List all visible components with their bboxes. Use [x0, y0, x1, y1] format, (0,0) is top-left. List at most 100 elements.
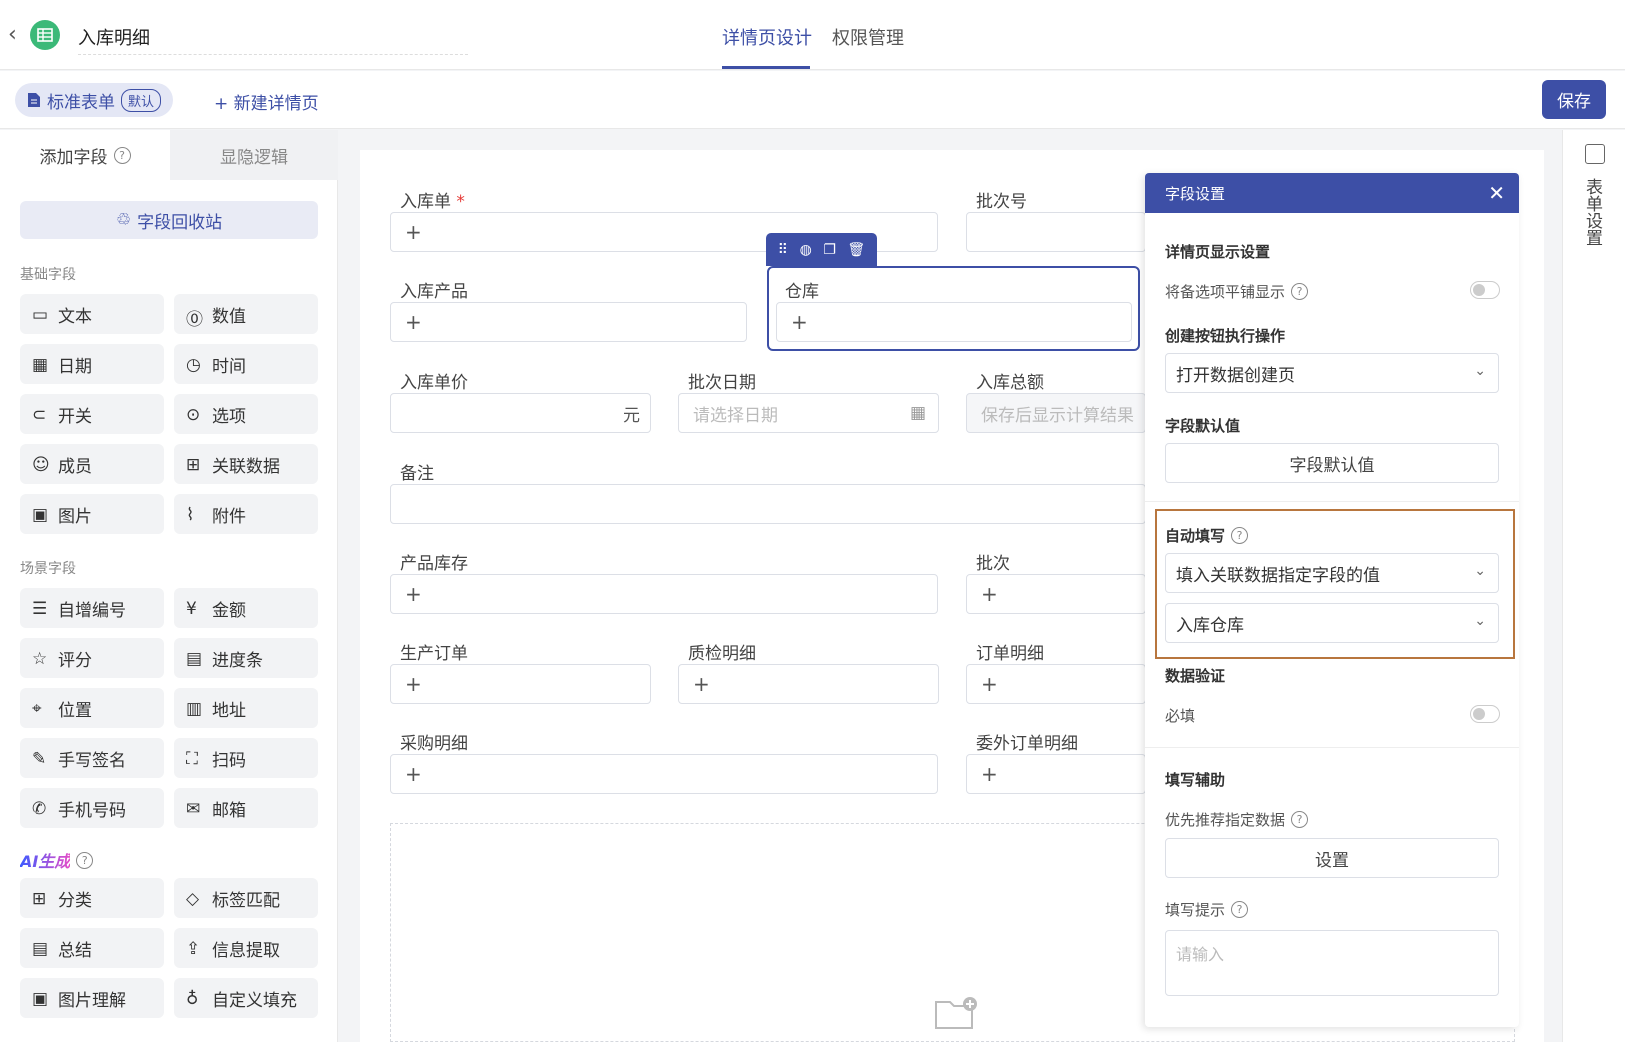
production-order-input[interactable]: +: [390, 664, 651, 704]
bulb-icon: ♁: [186, 989, 199, 1009]
order-detail-input[interactable]: +: [966, 664, 1146, 704]
help-icon[interactable]: ?: [1231, 527, 1249, 544]
required-label: 必填: [1165, 707, 1196, 725]
divider: [1145, 501, 1519, 502]
field-switch[interactable]: ⊂ 开关: [20, 394, 164, 434]
field-custom-fill[interactable]: ♁ 自定义填充: [174, 978, 318, 1018]
standard-form-tab[interactable]: 标准表单 默认: [15, 83, 174, 117]
right-strip: 表单设置: [1562, 130, 1625, 1042]
field-rating[interactable]: ☆ 评分: [20, 638, 164, 678]
field-label-batch-no: 批次号: [976, 192, 1027, 212]
standard-form-label: 标准表单: [47, 92, 115, 113]
assist-title: 填写辅助: [1165, 771, 1226, 789]
required-toggle[interactable]: [1470, 705, 1500, 723]
switch-icon: ⊂: [32, 405, 47, 425]
autofill-mode-select[interactable]: 填入关联数据指定字段的值 ⌄: [1165, 553, 1499, 593]
field-recycle-bin-button[interactable]: ♲ 字段回收站: [20, 201, 318, 239]
field-image[interactable]: ▣ 图片: [20, 494, 164, 534]
field-number[interactable]: ⓪ 数值: [174, 294, 318, 334]
field-label-purchase-detail: 采购明细: [400, 734, 468, 754]
autofill-field-select[interactable]: 入库仓库 ⌄: [1165, 603, 1499, 643]
warehouse-input[interactable]: +: [776, 302, 1132, 342]
back-icon[interactable]: ‹: [8, 22, 17, 47]
scene-fields-title: 场景字段: [20, 561, 76, 577]
field-address[interactable]: ▥ 地址: [174, 688, 318, 728]
recommend-set-button[interactable]: 设置: [1165, 838, 1499, 878]
field-option[interactable]: ⊙ 选项: [174, 394, 318, 434]
paperclip-icon: ⌇: [186, 505, 195, 525]
document-icon: [28, 93, 40, 107]
chevron-down-icon: ⌄: [1474, 363, 1486, 379]
field-member[interactable]: ☺ 成员: [20, 444, 164, 484]
field-label-total: 入库总额: [976, 373, 1044, 393]
default-value-button[interactable]: 字段默认值: [1165, 443, 1499, 483]
field-summary[interactable]: ▤ 总结: [20, 928, 164, 968]
stock-input[interactable]: +: [390, 574, 938, 614]
save-button[interactable]: 保存: [1542, 80, 1606, 119]
batch-no-input[interactable]: [966, 212, 1146, 252]
basic-fields-title: 基础字段: [20, 267, 76, 283]
field-classify[interactable]: ⊞ 分类: [20, 878, 164, 918]
image-icon: ▣: [32, 989, 49, 1009]
help-icon[interactable]: ?: [1291, 811, 1309, 828]
tile-option-toggle[interactable]: [1470, 281, 1500, 299]
help-icon[interactable]: ?: [113, 146, 131, 164]
summary-icon: ▤: [32, 939, 49, 959]
field-label-inbound-order: 入库单 *: [400, 192, 465, 212]
form-settings-label[interactable]: 表单设置: [1582, 178, 1605, 246]
field-label-stock: 产品库存: [400, 554, 468, 574]
outsource-detail-input[interactable]: +: [966, 754, 1146, 794]
map-icon: ▥: [186, 699, 203, 719]
qc-detail-input[interactable]: +: [678, 664, 939, 704]
tab-visibility-logic[interactable]: 显隐逻辑: [170, 130, 338, 180]
close-icon[interactable]: ✕: [1488, 181, 1505, 205]
collapse-panel-icon[interactable]: [1585, 144, 1605, 164]
app-icon: [30, 20, 60, 50]
remark-input[interactable]: [390, 484, 1146, 524]
product-input[interactable]: +: [390, 302, 747, 342]
drag-handle-icon[interactable]: ⠿: [778, 242, 788, 258]
app-title[interactable]: 入库明细: [78, 24, 468, 55]
field-info-extract[interactable]: ⇪ 信息提取: [174, 928, 318, 968]
unit-price-input[interactable]: 元: [390, 393, 651, 433]
hint-textarea[interactable]: 请输入: [1165, 930, 1499, 996]
field-text[interactable]: ▭ 文本: [20, 294, 164, 334]
help-icon[interactable]: ?: [76, 851, 94, 869]
field-date[interactable]: ▦ 日期: [20, 344, 164, 384]
field-time[interactable]: ◷ 时间: [174, 344, 318, 384]
batch-input[interactable]: +: [966, 574, 1146, 614]
field-phone[interactable]: ✆ 手机号码: [20, 788, 164, 828]
tab-underline: [722, 66, 810, 69]
tab-permission[interactable]: 权限管理: [832, 24, 904, 50]
tab-detail-design[interactable]: 详情页设计: [722, 24, 812, 50]
field-linked-data[interactable]: ⊞ 关联数据: [174, 444, 318, 484]
purchase-detail-input[interactable]: +: [390, 754, 938, 794]
delete-icon[interactable]: 🗑: [847, 242, 865, 258]
field-email[interactable]: ✉ 邮箱: [174, 788, 318, 828]
help-icon[interactable]: ?: [1291, 283, 1309, 300]
tag-icon: ◇: [186, 889, 200, 909]
new-detail-page-button[interactable]: + 新建详情页: [214, 89, 319, 114]
create-button-select[interactable]: 打开数据创建页 ⌄: [1165, 353, 1499, 393]
field-auto-number[interactable]: ☰ 自增编号: [20, 588, 164, 628]
text-icon: ▭: [32, 305, 49, 325]
field-scan[interactable]: ⛶ 扫码: [174, 738, 318, 778]
signature-icon: ✎: [32, 749, 47, 769]
star-icon: ☆: [32, 649, 48, 669]
field-location[interactable]: ⌖ 位置: [20, 688, 164, 728]
field-signature[interactable]: ✎ 手写签名: [20, 738, 164, 778]
help-icon[interactable]: ?: [1231, 901, 1249, 918]
member-icon: ☺: [32, 455, 50, 475]
copy-icon[interactable]: ❐: [823, 242, 836, 258]
batch-date-input[interactable]: 请选择日期 ▦: [678, 393, 939, 433]
mail-icon: ✉: [186, 799, 201, 819]
tab-add-field[interactable]: 添加字段 ?: [0, 130, 170, 180]
palette-icon[interactable]: ◍: [800, 242, 812, 258]
field-amount[interactable]: ¥ 金额: [174, 588, 318, 628]
field-image-understand[interactable]: ▣ 图片理解: [20, 978, 164, 1018]
add-folder-icon: [935, 997, 977, 1029]
image-icon: ▣: [32, 505, 49, 525]
field-attachment[interactable]: ⌇ 附件: [174, 494, 318, 534]
field-progress[interactable]: ▤ 进度条: [174, 638, 318, 678]
field-tag-match[interactable]: ◇ 标签匹配: [174, 878, 318, 918]
